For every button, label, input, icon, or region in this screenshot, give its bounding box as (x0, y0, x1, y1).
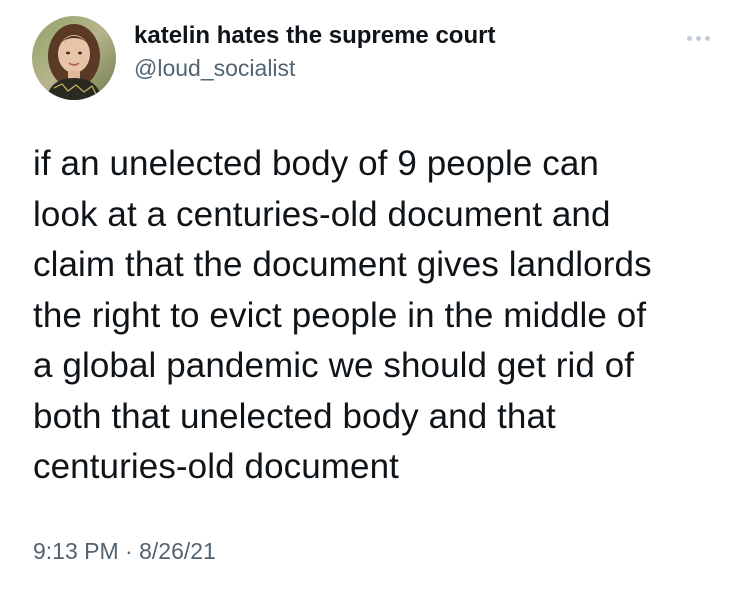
user-handle[interactable]: @loud_socialist (134, 55, 295, 82)
tweet-timestamp[interactable]: 9:13 PM · 8/26/21 (33, 538, 216, 565)
tweet-text-line: both that unelected body and that (33, 396, 556, 436)
tweet-text-line: the right to evict people in the middle … (33, 295, 647, 335)
tweet-text-line: claim that the document gives landlords (33, 245, 652, 284)
timestamp-separator: · (118, 538, 140, 564)
more-dot (704, 35, 710, 41)
tweet-text-line: if an unelected body of 9 people can (33, 144, 599, 183)
more-dot (695, 35, 701, 41)
more-dot (686, 35, 692, 41)
tweet-card: katelin hates the supreme court @loud_so… (0, 0, 750, 590)
tweet-text: if an unelected body of 9 people can loo… (33, 139, 733, 493)
avatar[interactable] (32, 16, 116, 100)
tweet-text-line: centuries-old document (33, 447, 400, 486)
tweet-date[interactable]: 8/26/21 (139, 538, 216, 564)
display-name[interactable]: katelin hates the supreme court (134, 22, 495, 50)
tweet-time[interactable]: 9:13 PM (33, 538, 119, 564)
tweet-text-line: look at a centuries-old document and (33, 194, 611, 234)
tweet-text-line: a global pandemic we should get rid of (33, 346, 635, 385)
more-horizontal-icon[interactable] (678, 30, 718, 46)
avatar-photo-icon (32, 16, 116, 100)
